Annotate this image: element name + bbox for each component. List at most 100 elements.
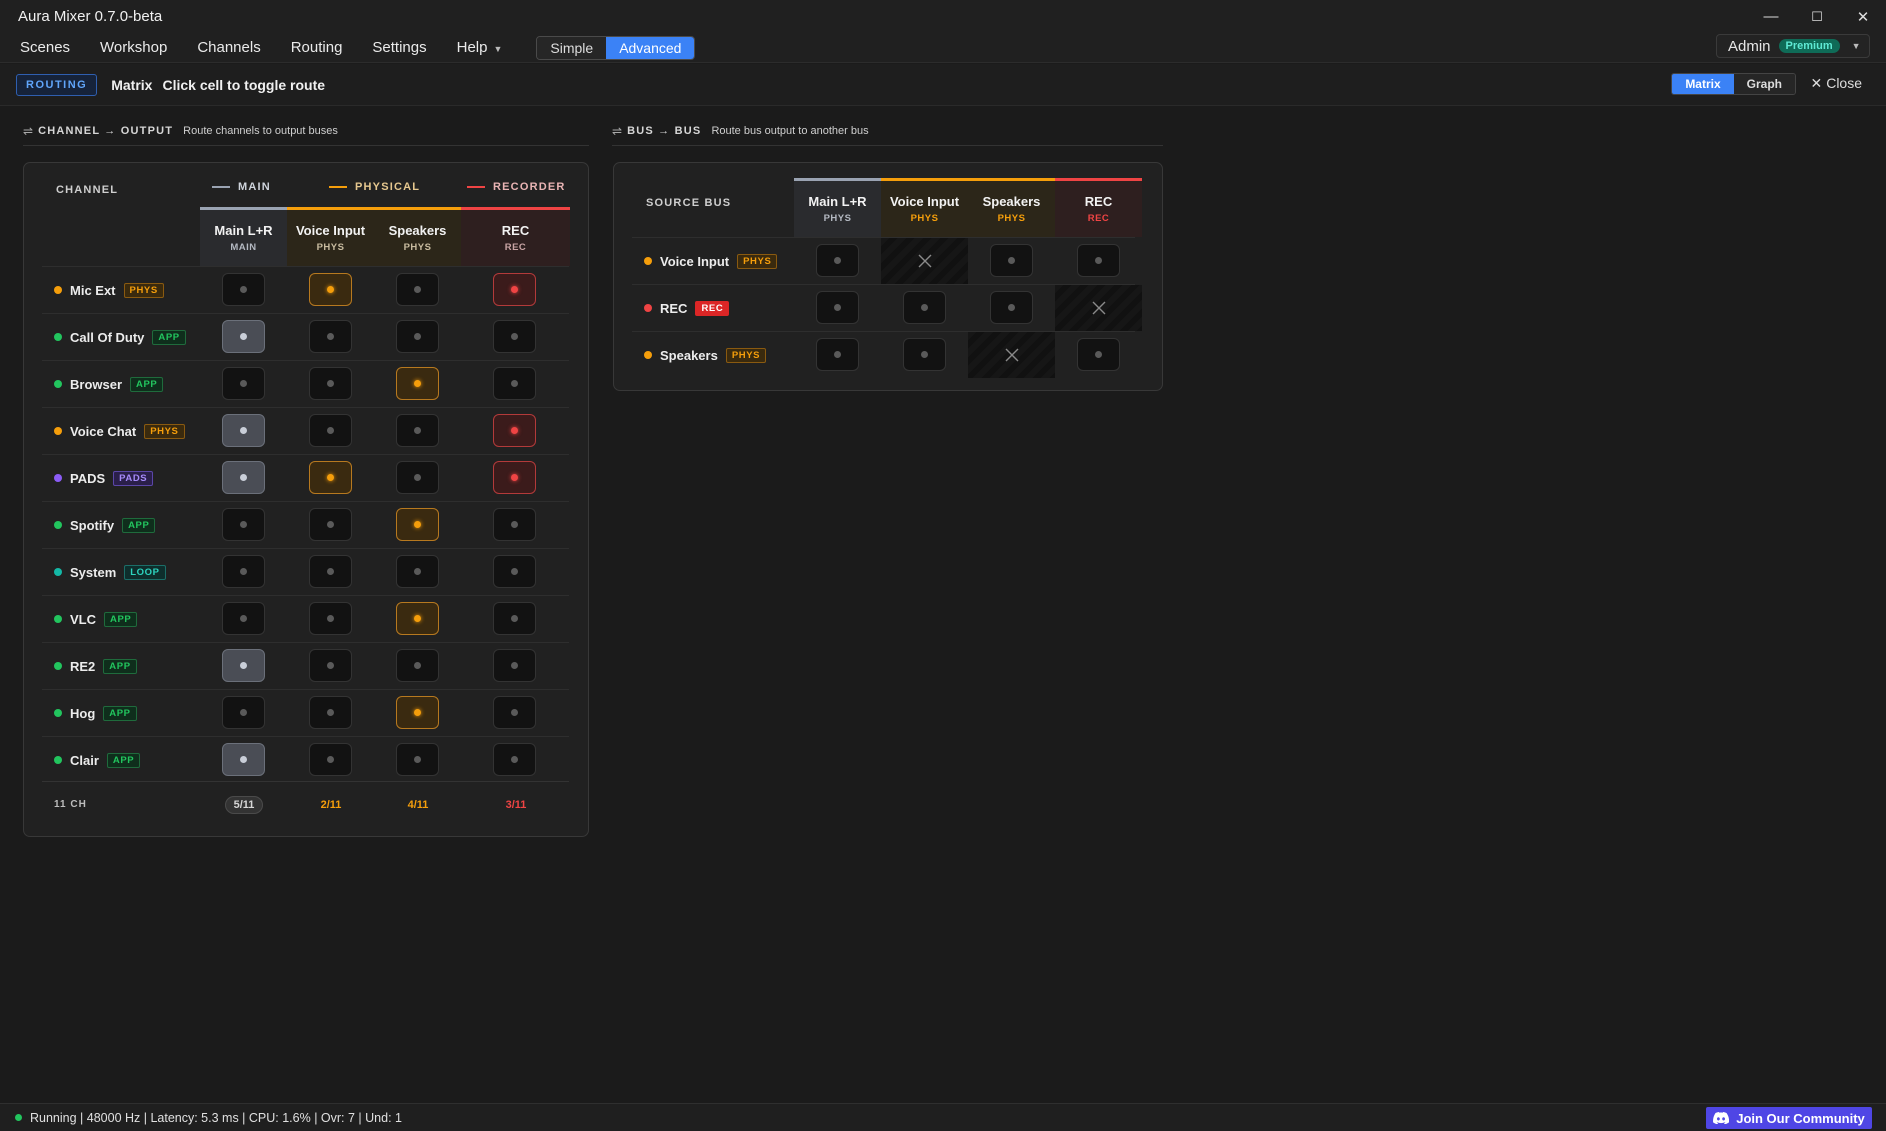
route-cell-hog-to-rec[interactable]: [493, 696, 536, 729]
menu-workshop[interactable]: Workshop: [80, 39, 167, 56]
route-indicator: [240, 615, 247, 622]
route-cell-spotify-to-speakers[interactable]: [396, 508, 439, 541]
bus-rec-name: REC: [660, 300, 688, 316]
route-cell-call-of-duty-to-voice-input[interactable]: [309, 320, 352, 353]
route-cell-spotify-to-voice-input[interactable]: [309, 508, 352, 541]
menu-help[interactable]: Help ▼: [437, 39, 503, 56]
view-graph-button[interactable]: Graph: [1733, 74, 1795, 94]
source-bus-header: SOURCE BUS: [646, 197, 732, 209]
route-cell-re2-to-speakers[interactable]: [396, 649, 439, 682]
status-dot: [644, 304, 652, 312]
bus-route-cell-speakers-to-voice-input[interactable]: [903, 338, 946, 371]
route-cell-pads-to-rec[interactable]: [493, 461, 536, 494]
route-cell-system-to-main-l-r[interactable]: [222, 555, 265, 588]
route-indicator: [511, 474, 518, 481]
route-indicator: [240, 286, 247, 293]
route-cell-voice-chat-to-voice-input[interactable]: [309, 414, 352, 447]
minimize-button[interactable]: —: [1748, 0, 1794, 33]
bus-speakers-row: Speakers PHYS: [632, 331, 1135, 378]
channel-clair-row: Clair APP: [42, 736, 569, 783]
route-cell-hog-to-main-l-r[interactable]: [222, 696, 265, 729]
route-cell-vlc-to-main-l-r[interactable]: [222, 602, 265, 635]
close-routing-button[interactable]: ✕ Close: [1810, 75, 1862, 92]
route-cell-spotify-to-main-l-r[interactable]: [222, 508, 265, 541]
route-cell-voice-chat-to-main-l-r[interactable]: [222, 414, 265, 447]
bus-voice-input-badge: PHYS: [737, 253, 778, 269]
group-recorder-text: RECORDER: [493, 181, 566, 193]
route-cell-clair-to-voice-input[interactable]: [309, 743, 352, 776]
bus-route-cell-rec-to-voice-input[interactable]: [903, 291, 946, 324]
route-cell-clair-to-rec[interactable]: [493, 743, 536, 776]
join-community-button[interactable]: Join Our Community: [1706, 1107, 1872, 1129]
route-cell-hog-to-speakers[interactable]: [396, 696, 439, 729]
mode-simple-button[interactable]: Simple: [537, 36, 607, 59]
swap-icon: ⇌: [612, 123, 623, 138]
bus-route-cell-voice-input-to-main-l-r[interactable]: [816, 244, 859, 277]
route-cell-spotify-to-rec[interactable]: [493, 508, 536, 541]
bus-route-cell-rec-to-speakers[interactable]: [990, 291, 1033, 324]
route-cell-system-to-rec[interactable]: [493, 555, 536, 588]
close-window-button[interactable]: ✕: [1840, 0, 1886, 33]
route-cell-call-of-duty-to-speakers[interactable]: [396, 320, 439, 353]
menu-bar: Scenes Workshop Channels Routing Setting…: [0, 33, 1886, 63]
count-main: 5/11: [214, 782, 274, 828]
channel-call-of-duty-name: Call Of Duty: [70, 329, 145, 345]
mode-advanced-button[interactable]: Advanced: [606, 36, 695, 59]
channel-re2-badge: APP: [103, 658, 137, 674]
mode-toggle: Simple Advanced: [536, 35, 696, 60]
bus-route-cell-voice-input-to-rec[interactable]: [1077, 244, 1120, 277]
bus-col-head-rec: REC REC: [1055, 181, 1142, 237]
maximize-button[interactable]: ☐: [1794, 0, 1840, 33]
route-cell-voice-chat-to-speakers[interactable]: [396, 414, 439, 447]
bus-route-cell-speakers-to-rec[interactable]: [1077, 338, 1120, 371]
route-cell-re2-to-main-l-r[interactable]: [222, 649, 265, 682]
route-cell-re2-to-rec[interactable]: [493, 649, 536, 682]
route-cell-re2-to-voice-input[interactable]: [309, 649, 352, 682]
route-cell-pads-to-speakers[interactable]: [396, 461, 439, 494]
route-indicator: [240, 709, 247, 716]
view-matrix-button[interactable]: Matrix: [1672, 74, 1734, 94]
route-cell-browser-to-voice-input[interactable]: [309, 367, 352, 400]
route-cell-vlc-to-speakers[interactable]: [396, 602, 439, 635]
window-controls: — ☐ ✕: [1748, 0, 1886, 33]
bus-route-cell-voice-input-to-speakers[interactable]: [990, 244, 1033, 277]
route-indicator: [240, 568, 247, 575]
channel-clair-label: Clair APP: [54, 737, 141, 783]
user-menu[interactable]: Admin Premium ▼: [1716, 34, 1870, 58]
route-cell-mic-ext-to-speakers[interactable]: [396, 273, 439, 306]
route-cell-clair-to-main-l-r[interactable]: [222, 743, 265, 776]
menu-settings[interactable]: Settings: [352, 39, 426, 56]
route-cell-browser-to-main-l-r[interactable]: [222, 367, 265, 400]
route-cell-mic-ext-to-main-l-r[interactable]: [222, 273, 265, 306]
route-cell-pads-to-voice-input[interactable]: [309, 461, 352, 494]
route-cell-vlc-to-rec[interactable]: [493, 602, 536, 635]
route-indicator: [834, 351, 841, 358]
route-cell-mic-ext-to-voice-input[interactable]: [309, 273, 352, 306]
bus-col-rec-type: REC: [1087, 213, 1110, 224]
channel-re2-label: RE2 APP: [54, 643, 137, 689]
self-route-disabled-voice-input: [881, 238, 968, 284]
bus-route-cell-speakers-to-main-l-r[interactable]: [816, 338, 859, 371]
route-cell-clair-to-speakers[interactable]: [396, 743, 439, 776]
route-cell-call-of-duty-to-rec[interactable]: [493, 320, 536, 353]
channel-pads-name: PADS: [70, 470, 106, 486]
route-cell-voice-chat-to-rec[interactable]: [493, 414, 536, 447]
route-indicator: [327, 474, 334, 481]
channel-vlc-row: VLC APP: [42, 595, 569, 642]
route-cell-mic-ext-to-rec[interactable]: [493, 273, 536, 306]
route-cell-call-of-duty-to-main-l-r[interactable]: [222, 320, 265, 353]
route-cell-hog-to-voice-input[interactable]: [309, 696, 352, 729]
channel-call-of-duty-label: Call Of Duty APP: [54, 314, 186, 360]
route-cell-browser-to-rec[interactable]: [493, 367, 536, 400]
route-cell-vlc-to-voice-input[interactable]: [309, 602, 352, 635]
menu-scenes[interactable]: Scenes: [0, 39, 70, 56]
menu-routing[interactable]: Routing: [271, 39, 343, 56]
route-indicator: [327, 427, 334, 434]
route-cell-browser-to-speakers[interactable]: [396, 367, 439, 400]
route-cell-pads-to-main-l-r[interactable]: [222, 461, 265, 494]
route-cell-system-to-speakers[interactable]: [396, 555, 439, 588]
route-cell-system-to-voice-input[interactable]: [309, 555, 352, 588]
bus-route-cell-rec-to-main-l-r[interactable]: [816, 291, 859, 324]
menu-channels[interactable]: Channels: [177, 39, 260, 56]
channel-mic-ext-name: Mic Ext: [70, 282, 116, 298]
